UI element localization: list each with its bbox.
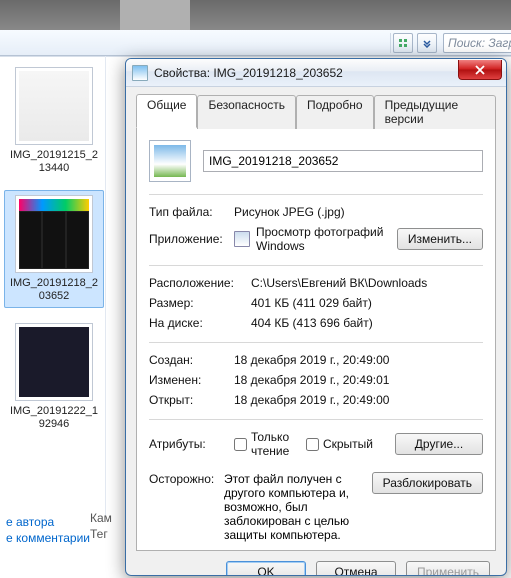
dialog-titlebar[interactable]: Свойства: IMG_20191218_203652 xyxy=(126,59,506,87)
modified-value: 18 декабря 2019 г., 20:49:01 xyxy=(234,373,483,387)
toolbar-view-button[interactable] xyxy=(393,33,413,53)
close-button[interactable] xyxy=(458,60,502,80)
app-label: Приложение: xyxy=(149,232,234,246)
location-value: C:\Users\Евгений ВК\Downloads xyxy=(251,276,483,290)
created-value: 18 декабря 2019 г., 20:49:00 xyxy=(234,353,483,367)
change-button[interactable]: Изменить... xyxy=(397,228,483,250)
size-label: Размер: xyxy=(149,296,251,310)
thumbnail-list: IMG_20191215_213440 IMG_20191218_203652 … xyxy=(4,62,104,446)
hidden-checkbox[interactable]: Скрытый xyxy=(306,437,373,451)
filetype-value: Рисунок JPEG (.jpg) xyxy=(234,205,483,219)
camera-label: Кам xyxy=(90,510,112,526)
apply-button[interactable]: Применить xyxy=(406,561,490,576)
properties-dialog: Свойства: IMG_20191218_203652 Общие Безо… xyxy=(125,58,507,576)
toolbar-help-button[interactable] xyxy=(417,33,437,53)
search-input[interactable]: Поиск: Загру xyxy=(443,33,511,53)
ok-button[interactable]: OK xyxy=(226,561,306,576)
attributes-label: Атрибуты: xyxy=(149,437,234,451)
details-pane-links: е автора Кам е комментарии Тег xyxy=(0,510,120,550)
security-text: Этот файл получен с другого компьютера и… xyxy=(224,472,366,542)
dialog-title: Свойства: IMG_20191218_203652 xyxy=(154,66,502,80)
ondisk-value: 404 КБ (413 696 байт) xyxy=(251,316,483,330)
explorer-toolbar: Поиск: Загру xyxy=(0,30,511,56)
app-value: Просмотр фотографий Windows xyxy=(256,225,391,253)
tags-label: Тег xyxy=(90,526,108,542)
cancel-button[interactable]: Отмена xyxy=(316,561,396,576)
accessed-value: 18 декабря 2019 г., 20:49:00 xyxy=(234,393,483,407)
tab-strip: Общие Безопасность Подробно Предыдущие в… xyxy=(136,93,496,128)
window-chrome-fragment xyxy=(0,0,511,30)
search-placeholder: Поиск: Загру xyxy=(448,36,511,50)
created-label: Создан: xyxy=(149,353,234,367)
tab-security[interactable]: Безопасность xyxy=(197,95,296,129)
ondisk-label: На диске: xyxy=(149,316,251,330)
file-type-icon xyxy=(149,140,191,182)
tab-details[interactable]: Подробно xyxy=(296,95,374,129)
tab-general[interactable]: Общие xyxy=(136,94,197,128)
thumbnail-item[interactable]: IMG_20191218_203652 xyxy=(4,190,104,308)
thumbnail-item[interactable]: IMG_20191222_192946 xyxy=(4,318,104,436)
other-attributes-button[interactable]: Другие... xyxy=(395,433,483,455)
photo-viewer-icon xyxy=(234,231,250,247)
tab-previous-versions[interactable]: Предыдущие версии xyxy=(374,95,496,129)
filename-input[interactable] xyxy=(203,150,483,172)
security-label: Осторожно: xyxy=(149,472,224,486)
thumbnail-label: IMG_20191218_203652 xyxy=(7,277,101,303)
modified-label: Изменен: xyxy=(149,373,234,387)
location-label: Расположение: xyxy=(149,276,251,290)
unblock-button[interactable]: Разблокировать xyxy=(372,472,483,494)
size-value: 401 КБ (411 029 байт) xyxy=(251,296,483,310)
thumbnail-label: IMG_20191222_192946 xyxy=(7,405,101,431)
tab-pane-general: Тип файла: Рисунок JPEG (.jpg) Приложени… xyxy=(136,127,496,551)
readonly-checkbox[interactable]: Только чтение xyxy=(234,430,290,458)
dialog-button-row: OK Отмена Применить xyxy=(136,551,496,576)
filetype-label: Тип файла: xyxy=(149,205,234,219)
thumbnail-item[interactable]: IMG_20191215_213440 xyxy=(4,62,104,180)
dialog-icon xyxy=(132,65,148,81)
thumbnail-label: IMG_20191215_213440 xyxy=(7,149,101,175)
accessed-label: Открыт: xyxy=(149,393,234,407)
